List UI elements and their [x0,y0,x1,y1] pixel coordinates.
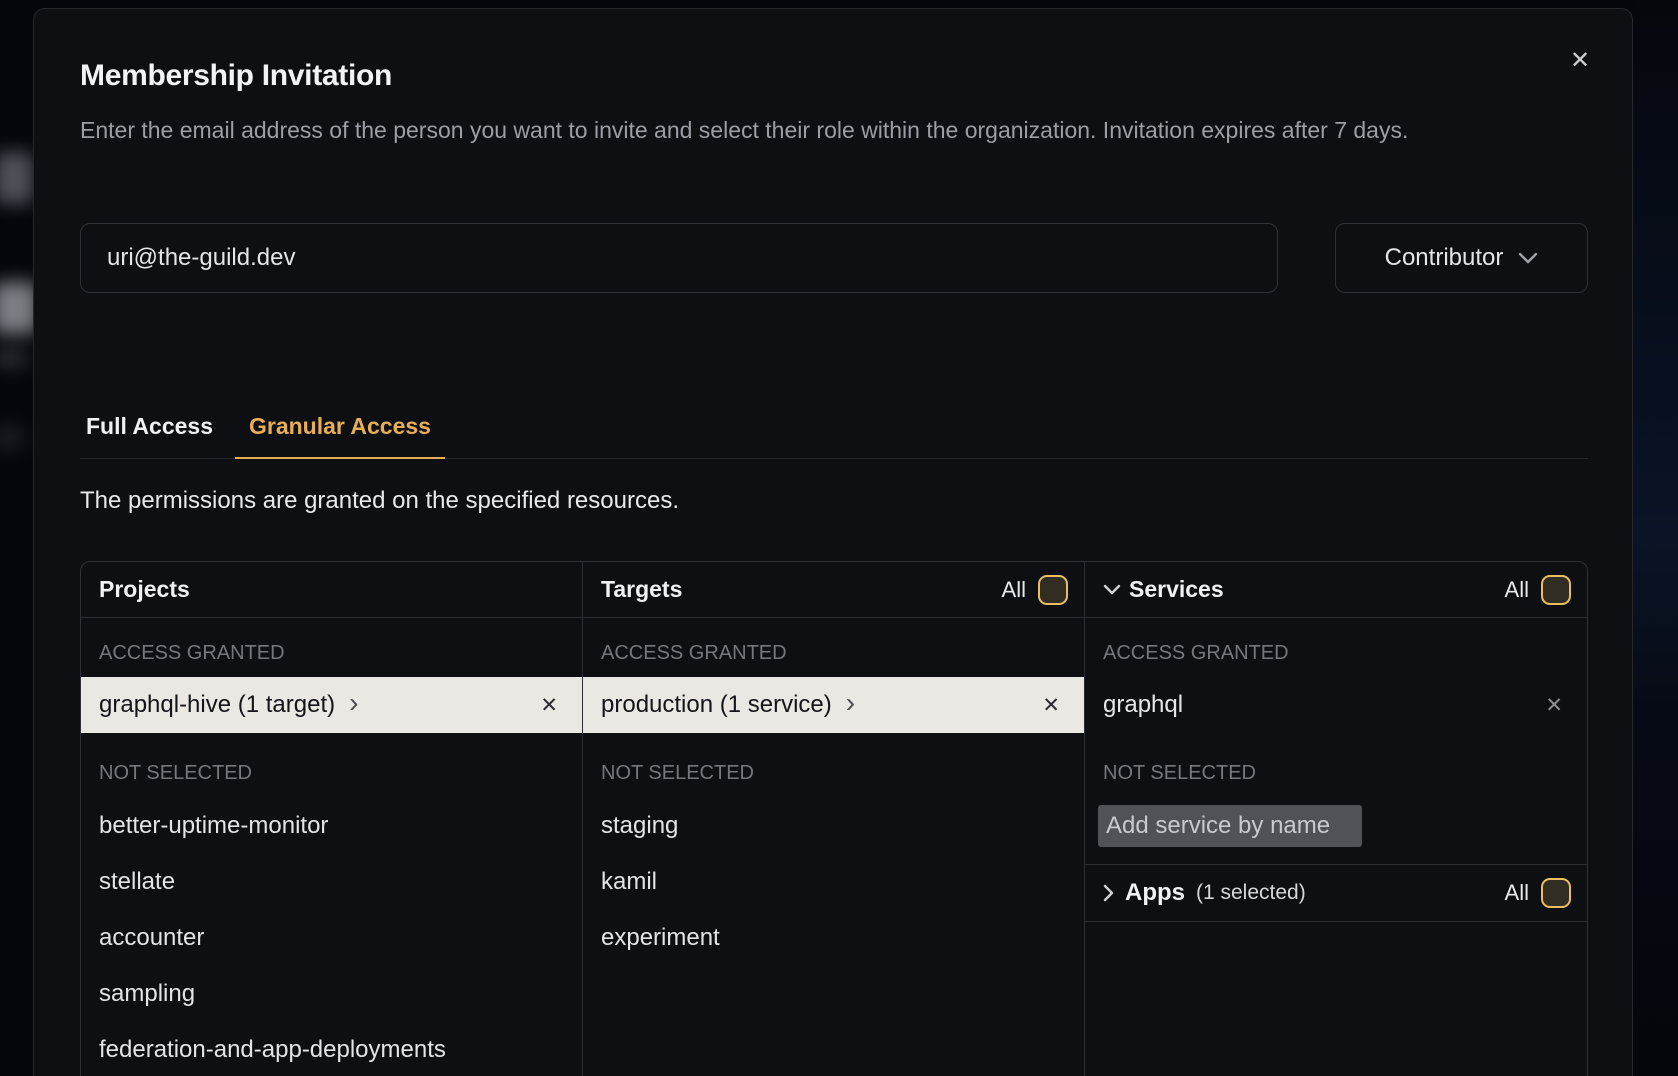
access-tabs: Full Access Granular Access [80,413,1588,459]
targets-column-header: Targets All [583,562,1084,618]
services-all-checkbox[interactable] [1541,575,1571,605]
project-item[interactable]: sampling [81,966,582,1022]
close-icon: ✕ [1570,49,1590,73]
services-column-header: Services All [1085,562,1587,618]
chevron-down-icon [1518,252,1538,264]
tab-full-access[interactable]: Full Access [80,413,223,459]
remove-icon: ✕ [1042,694,1060,717]
chevron-right-icon: › [846,689,855,717]
targets-column: Targets All ACCESS GRANTED production (1… [583,562,1085,1076]
remove-project-button[interactable]: ✕ [540,695,558,716]
projects-not-selected-list: better-uptime-monitor stellate accounter… [81,798,582,1076]
remove-service-button[interactable]: ✕ [1545,695,1563,716]
selected-project-row[interactable]: graphql-hive (1 target) › ✕ [81,677,582,733]
granted-service-row: graphql ✕ [1085,677,1587,733]
remove-target-button[interactable]: ✕ [1042,695,1060,716]
services-collapse-chevron-down-icon[interactable] [1103,584,1121,595]
modal-description: Enter the email address of the person yo… [80,109,1550,151]
backdrop-blur-fragment [0,348,28,368]
services-header-title: Services [1129,576,1224,603]
remove-icon: ✕ [540,694,558,717]
apps-all-label: All [1505,880,1529,906]
target-item[interactable]: kamil [583,854,1084,910]
resources-panel: Projects ACCESS GRANTED graphql-hive (1 … [80,561,1588,1076]
membership-invitation-modal: ✕ Membership Invitation Enter the email … [33,8,1633,1076]
close-button[interactable]: ✕ [1564,45,1596,77]
selected-target-row[interactable]: production (1 service) › ✕ [583,677,1084,733]
role-select[interactable]: Contributor [1335,223,1588,293]
not-selected-label: NOT SELECTED [1085,762,1587,784]
targets-header-title: Targets [601,576,682,603]
services-all-label: All [1505,577,1529,603]
chevron-right-icon: › [349,689,358,717]
add-service-input[interactable] [1098,805,1362,847]
selected-project-name: graphql-hive (1 target) [99,691,335,719]
targets-all-checkbox[interactable] [1038,575,1068,605]
access-granted-label: ACCESS GRANTED [583,642,1084,664]
apps-expand-chevron-right-icon[interactable] [1103,884,1114,902]
services-all-control: All [1505,575,1571,605]
services-column: Services All ACCESS GRANTED graphql ✕ NO… [1085,562,1587,1076]
backdrop-right-band [1633,0,1678,1076]
project-item[interactable]: better-uptime-monitor [81,798,582,854]
apps-count: (1 selected) [1196,881,1306,905]
project-item[interactable]: stellate [81,854,582,910]
target-item[interactable]: staging [583,798,1084,854]
role-select-value: Contributor [1385,244,1504,272]
modal-title: Membership Invitation [80,59,392,93]
apps-all-control: All [1505,878,1571,908]
backdrop-blur-fragment [0,152,34,204]
not-selected-label: NOT SELECTED [583,762,1084,784]
targets-not-selected-list: staging kamil experiment [583,798,1084,966]
selected-target-name: production (1 service) [601,691,832,719]
tab-granular-access[interactable]: Granular Access [235,413,445,459]
invite-email-input[interactable] [80,223,1278,293]
apps-title: Apps [1125,879,1185,907]
remove-icon: ✕ [1545,694,1563,717]
granted-service-name: graphql [1103,691,1183,719]
target-item[interactable]: experiment [583,910,1084,966]
projects-header-title: Projects [99,576,190,603]
project-item[interactable]: federation-and-app-deployments [81,1022,582,1076]
targets-all-control: All [1002,575,1068,605]
access-granted-label: ACCESS GRANTED [81,642,582,664]
backdrop-blur-fragment [0,424,24,450]
projects-column-header: Projects [81,562,582,618]
apps-all-checkbox[interactable] [1541,878,1571,908]
project-item[interactable]: accounter [81,910,582,966]
permissions-note: The permissions are granted on the speci… [80,487,679,515]
apps-section-row[interactable]: Apps (1 selected) All [1085,864,1587,922]
not-selected-label: NOT SELECTED [81,762,582,784]
projects-column: Projects ACCESS GRANTED graphql-hive (1 … [81,562,583,1076]
access-granted-label: ACCESS GRANTED [1085,642,1587,664]
targets-all-label: All [1002,577,1026,603]
